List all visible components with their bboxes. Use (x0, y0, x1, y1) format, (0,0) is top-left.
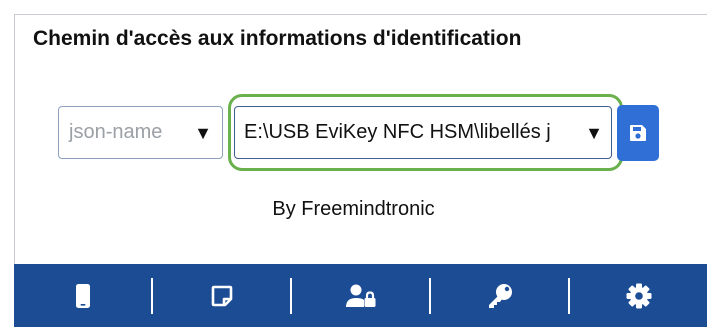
nav-item-keys[interactable] (431, 264, 568, 327)
bottom-navbar (14, 264, 707, 327)
phone-icon (75, 283, 90, 308)
chevron-down-icon: ▼ (194, 122, 212, 143)
user-lock-icon (345, 284, 375, 307)
nav-item-phone[interactable] (14, 264, 151, 327)
json-name-select-value: json-name (69, 121, 163, 143)
page-title: Chemin d'accès aux informations d'identi… (33, 27, 522, 50)
chevron-down-icon: ▼ (585, 122, 603, 143)
save-button[interactable] (617, 105, 659, 161)
gear-icon (626, 283, 651, 308)
nav-item-settings[interactable] (570, 264, 707, 327)
floppy-disk-icon (630, 125, 646, 141)
note-icon (211, 285, 232, 306)
key-icon (488, 283, 512, 308)
nav-item-notes[interactable] (153, 264, 290, 327)
credential-path-select[interactable]: E:\USB EviKey NFC HSM\libellés j ▼ (234, 106, 612, 159)
nav-item-users[interactable] (292, 264, 429, 327)
credit-text: By Freemindtronic (272, 198, 435, 220)
credential-path-select-value: E:\USB EviKey NFC HSM\libellés j (244, 121, 551, 143)
json-name-select[interactable]: json-name ▼ (58, 106, 223, 159)
